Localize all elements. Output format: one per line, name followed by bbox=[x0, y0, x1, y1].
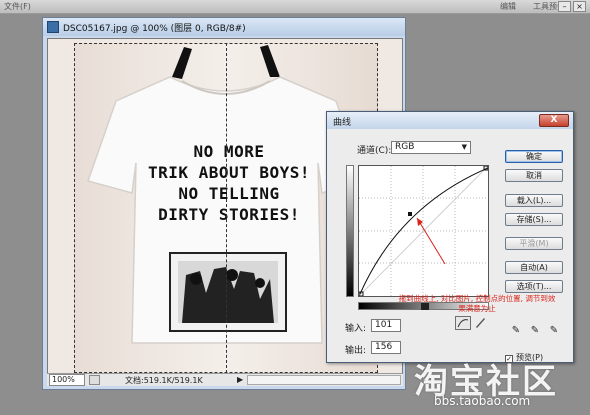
input-label: 输入: bbox=[345, 324, 367, 334]
curve-tool-icon[interactable] bbox=[455, 316, 471, 330]
workspace-top-right-text-1[interactable]: 编辑 bbox=[500, 1, 516, 12]
tshirt-print-line: NO MORE bbox=[193, 142, 265, 161]
zoom-field[interactable]: 100% bbox=[49, 374, 85, 386]
document-title: DSC05167.jpg @ 100% (图层 0, RGB/8#) bbox=[63, 24, 246, 34]
auto-button[interactable]: 自动(A) bbox=[505, 261, 563, 274]
tshirt-print-line: NO TELLING bbox=[178, 184, 280, 203]
tshirt-print-line: TRIK ABOUT BOYS! bbox=[147, 163, 311, 182]
load-button[interactable]: 载入(L)... bbox=[505, 194, 563, 207]
white-eyedropper-icon[interactable]: ✎ bbox=[548, 325, 560, 337]
cancel-button[interactable]: 取消 bbox=[505, 169, 563, 182]
navigator-icon[interactable] bbox=[89, 375, 100, 385]
minimize-icon[interactable]: – bbox=[558, 1, 571, 12]
tutorial-annotation: 拖到曲线上, 对比图片, 控制点的位置, 调节到效果满意为止 bbox=[398, 294, 556, 313]
black-eyedropper-icon[interactable]: ✎ bbox=[510, 325, 522, 337]
smooth-button[interactable]: 平滑(M) bbox=[505, 237, 563, 250]
curve-graph-svg bbox=[358, 165, 489, 297]
channel-label: 通道(C): bbox=[357, 146, 392, 156]
status-menu-arrow-icon[interactable]: ▶ bbox=[237, 375, 243, 384]
curves-dialog-body: 通道(C): RGB ▼ 输入: 101 输出: 156 拖到曲线上, 对比图片… bbox=[327, 129, 573, 363]
chevron-down-icon: ▼ bbox=[461, 143, 467, 151]
document-statusbar: 100% 文档:519.1K/519.1K ▶ bbox=[47, 373, 403, 386]
output-label: 输出: bbox=[345, 346, 367, 356]
document-titlebar[interactable]: DSC05167.jpg @ 100% (图层 0, RGB/8#) bbox=[43, 18, 405, 36]
curves-dialog-titlebar[interactable]: 曲线 X bbox=[327, 112, 573, 129]
output-field[interactable]: 156 bbox=[371, 341, 401, 354]
curve-control-point[interactable] bbox=[408, 212, 412, 216]
curve-graph[interactable] bbox=[358, 165, 489, 297]
input-field[interactable]: 101 bbox=[371, 319, 401, 332]
gray-eyedropper-icon[interactable]: ✎ bbox=[529, 325, 541, 337]
tshirt-print-text: NO MORE TRIK ABOUT BOYS! NO TELLING DIRT… bbox=[134, 141, 324, 225]
ok-button[interactable]: 确定 bbox=[505, 150, 563, 163]
channel-select-value: RGB bbox=[395, 142, 415, 152]
save-button[interactable]: 存储(S)... bbox=[505, 213, 563, 226]
taobao-watermark-url: bbs.taobao.com bbox=[434, 394, 531, 408]
dialog-close-button[interactable]: X bbox=[539, 114, 569, 127]
close-icon[interactable]: × bbox=[573, 1, 586, 12]
workspace-menubar: 文件(F) 编辑 工具预设 – × bbox=[0, 0, 590, 14]
channel-select[interactable]: RGB ▼ bbox=[391, 141, 471, 154]
pencil-icon[interactable] bbox=[473, 316, 489, 330]
workspace-top-left-text: 文件(F) bbox=[4, 2, 31, 11]
horizontal-scrollbar[interactable] bbox=[247, 375, 401, 385]
tshirt-print-line: DIRTY STORIES! bbox=[158, 205, 300, 224]
photoshop-document-icon bbox=[47, 21, 59, 33]
selection-marquee-top bbox=[74, 43, 378, 44]
output-gradient-bar bbox=[346, 165, 354, 297]
curves-dialog: 曲线 X 通道(C): RGB ▼ 输入: 101 输出: 156 拖到曲线上,… bbox=[326, 111, 574, 363]
options-button[interactable]: 选项(T)... bbox=[505, 280, 563, 293]
selection-marquee-center bbox=[226, 43, 227, 373]
document-size-info: 文档:519.1K/519.1K bbox=[125, 376, 203, 385]
curves-dialog-title: 曲线 bbox=[333, 118, 352, 128]
selection-marquee-left bbox=[74, 43, 75, 373]
